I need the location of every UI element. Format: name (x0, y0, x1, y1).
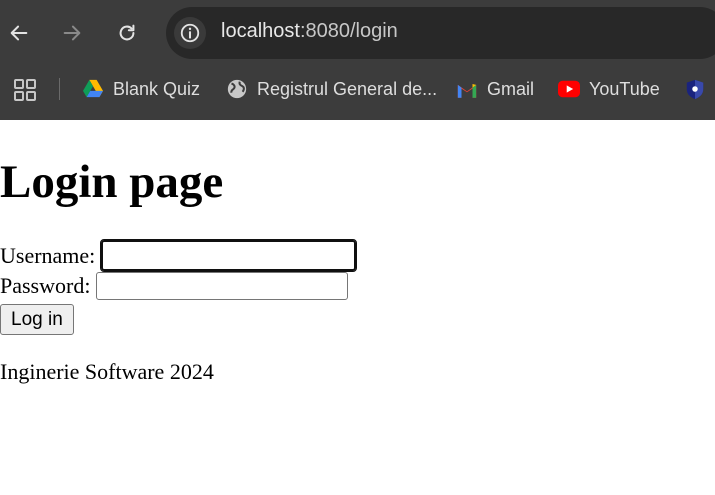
bookmark-label: Blank Quiz (113, 78, 201, 99)
address-bar[interactable]: localhost:8080/login (166, 7, 715, 59)
page-title: Login page (0, 156, 224, 208)
forward-button[interactable] (56, 17, 88, 49)
password-input[interactable] (96, 272, 349, 300)
password-row: Password: (0, 272, 349, 300)
bookmarks-separator (59, 78, 60, 100)
url-host: localhost (221, 20, 300, 42)
google-drive-icon (82, 78, 104, 100)
url-text[interactable]: localhost:8080/login (221, 20, 398, 43)
site-info-button[interactable] (174, 17, 206, 49)
bookmark-registrul[interactable]: Registrul General de... (226, 74, 437, 104)
bookmark-blank-quiz[interactable]: Blank Quiz (82, 74, 200, 104)
bookmark-shield[interactable] (684, 74, 706, 104)
username-input[interactable] (100, 239, 358, 272)
info-icon (180, 23, 200, 43)
username-label: Username: (0, 242, 96, 268)
page-content: Login page Username: Password: Log in In… (0, 120, 715, 495)
youtube-icon (558, 78, 580, 100)
username-row: Username: (0, 239, 358, 272)
browser-chrome: localhost:8080/login Blank Quiz Registru… (0, 0, 715, 120)
bookmark-youtube[interactable]: YouTube (558, 74, 660, 104)
login-button[interactable]: Log in (0, 304, 74, 335)
bookmark-gmail[interactable]: Gmail (456, 74, 534, 104)
bookmark-label: YouTube (589, 78, 660, 99)
shield-icon (684, 78, 706, 100)
bookmark-label: Registrul General de... (257, 78, 438, 99)
browser-toolbar: localhost:8080/login (0, 0, 715, 66)
arrow-left-icon (10, 25, 28, 41)
globe-icon (226, 78, 248, 100)
footer-text: Inginerie Software 2024 (0, 359, 214, 384)
apps-grid-icon[interactable] (13, 78, 37, 102)
gmail-icon (456, 78, 478, 100)
arrow-right-icon (63, 25, 81, 41)
bookmark-label: Gmail (487, 78, 535, 99)
back-button[interactable] (3, 17, 35, 49)
reload-button[interactable] (111, 17, 143, 49)
url-path: :8080/login (299, 20, 398, 42)
password-label: Password: (0, 273, 91, 298)
reload-icon (119, 24, 135, 41)
bookmarks-bar: Blank Quiz Registrul General de... Gmail… (0, 66, 715, 120)
